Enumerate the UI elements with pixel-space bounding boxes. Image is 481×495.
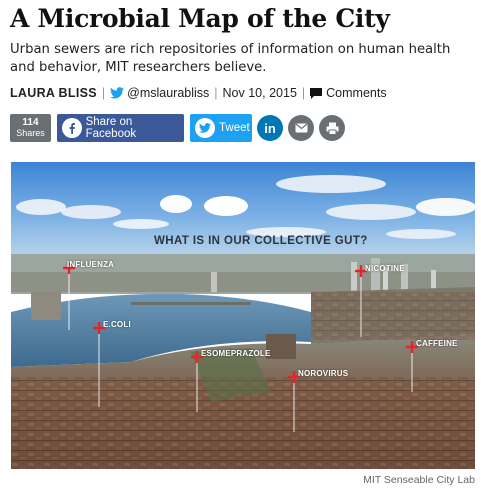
byline-separator: |: [301, 86, 306, 100]
marker-label-esomeprazole: ESOMEPRAZOLE: [201, 349, 271, 358]
comments-label: Comments: [326, 86, 387, 100]
marker-label-nicotine: NICOTINE: [365, 264, 405, 273]
author-twitter-link[interactable]: @mslaurabliss: [110, 86, 209, 100]
byline: LAURA BLISS | @mslaurabliss | Nov 10, 20…: [10, 85, 387, 101]
print-button[interactable]: [319, 115, 345, 141]
share-facebook-label: Share on Facebook: [85, 116, 137, 140]
marker-overlay: [63, 262, 418, 432]
linkedin-icon: in: [264, 120, 276, 136]
facebook-icon: [62, 118, 82, 138]
share-email-button[interactable]: [288, 115, 314, 141]
article-dek: Urban sewers are rich repositories of in…: [10, 42, 451, 75]
share-count-label: Shares: [16, 128, 45, 138]
share-count-badge: 114 Shares: [10, 114, 51, 142]
image-credit: MIT Senseable City Lab: [363, 474, 475, 486]
twitter-icon: [195, 118, 215, 138]
marker-label-norovirus: NOROVIRUS: [298, 369, 349, 378]
share-linkedin-button[interactable]: in: [257, 115, 283, 141]
marker-label-influenza: INFLUENZA: [67, 260, 115, 269]
share-count: 114: [22, 117, 39, 128]
author-name[interactable]: LAURA BLISS: [10, 86, 97, 100]
comments-link[interactable]: Comments: [310, 86, 387, 100]
article-headline: A Microbial Map of the City: [10, 4, 390, 33]
tweet-button[interactable]: Tweet: [190, 114, 252, 142]
article-image: WHAT IS IN OUR COLLECTIVE GUT? INFLUENZA…: [11, 162, 475, 469]
twitter-bird-icon: [110, 87, 125, 99]
author-twitter-handle: @mslaurabliss: [127, 86, 210, 100]
byline-separator: |: [214, 86, 218, 100]
email-icon: [295, 123, 307, 133]
byline-separator: |: [101, 86, 106, 100]
share-bar: 114 Shares Share on Facebook Tweet in: [10, 114, 345, 142]
marker-label-caffeine: CAFFEINE: [416, 339, 458, 348]
comment-bubble-icon: [310, 87, 323, 99]
share-facebook-button[interactable]: Share on Facebook: [57, 114, 184, 142]
publish-date: Nov 10, 2015: [222, 86, 297, 100]
print-icon: [326, 122, 338, 135]
marker-label-ecoli: E.COLI: [103, 320, 131, 329]
tweet-label: Tweet: [219, 122, 250, 134]
